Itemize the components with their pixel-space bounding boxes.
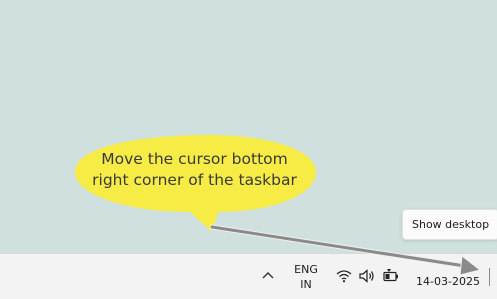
callout-text: Move the cursor bottom right corner of t… bbox=[82, 149, 307, 191]
callout-line-2: right corner of the taskbar bbox=[92, 171, 297, 189]
arrow-pointer bbox=[209, 224, 482, 276]
callout-line-1: Move the cursor bottom bbox=[101, 150, 288, 168]
